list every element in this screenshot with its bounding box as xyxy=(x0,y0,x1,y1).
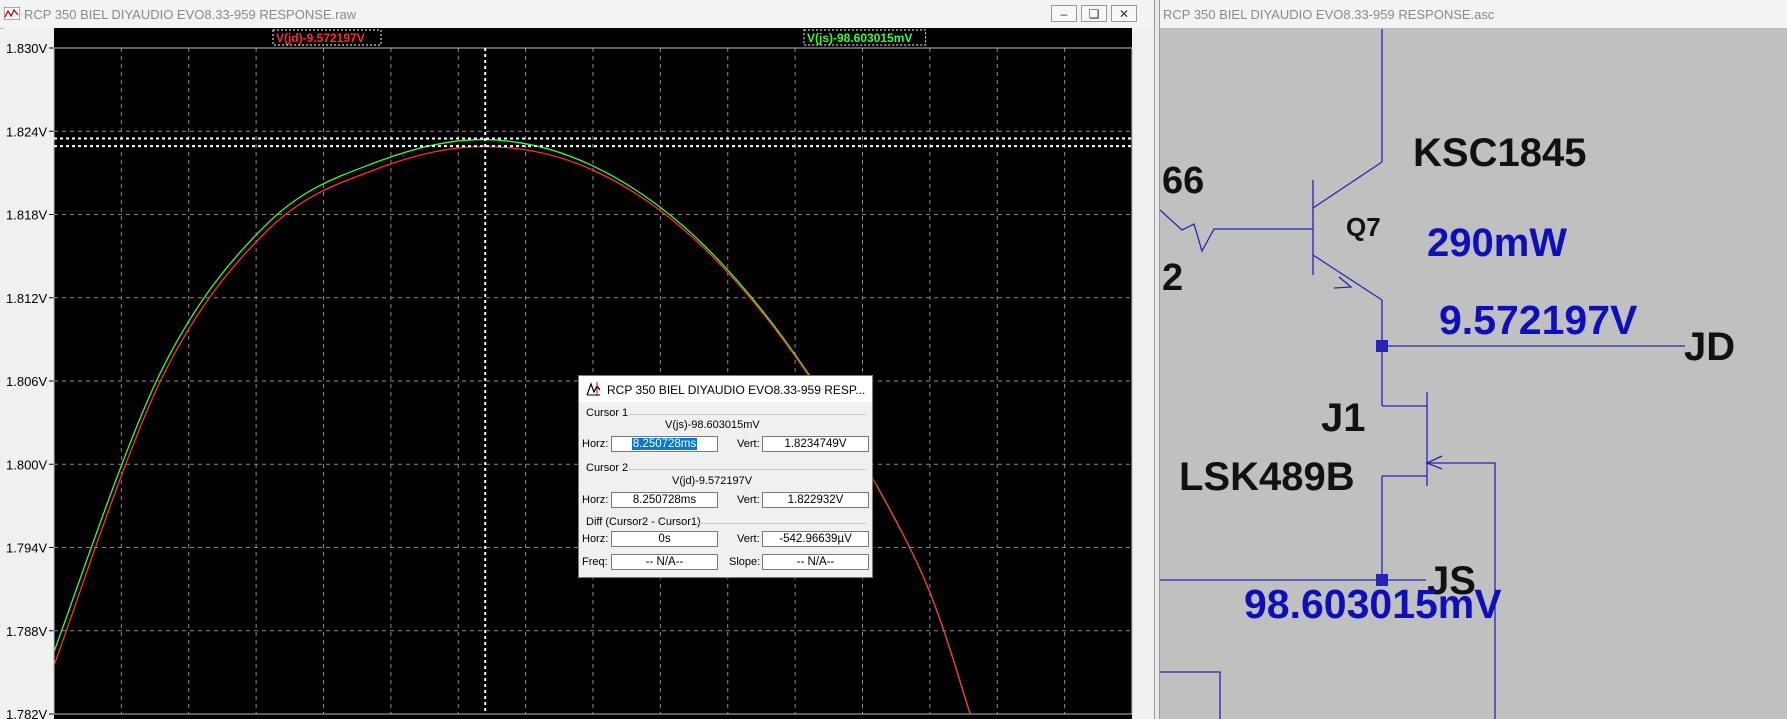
plot-window-title: RCP 350 BIEL DIYAUDIO EVO8.33-959 RESPON… xyxy=(24,7,357,22)
jd-voltage-label: 9.572197V xyxy=(1439,297,1638,343)
schematic-window: 66 2 KSC1845 Q7 290mW 9.572197V JD J1 LS… xyxy=(1160,0,1787,719)
minimize-button[interactable]: – xyxy=(1051,5,1077,22)
diff-group-label: Diff (Cursor2 - Cursor1) xyxy=(586,516,701,528)
minimize-icon: – xyxy=(1060,6,1068,21)
waveform-plot[interactable]: 1.830V 1.824V 1.818V 1.812V 1.806V 1.800V 1.79… xyxy=(4,28,1154,719)
restore-icon: ❏ xyxy=(1088,6,1100,21)
cursor1-trace: V(js)-98.603015mV xyxy=(665,419,760,431)
freq-label: Freq: xyxy=(582,556,608,568)
schematic-title-bar[interactable]: RCP 350 BIEL DIYAUDIO EVO8.33-959 RESPON… xyxy=(1160,0,1787,29)
cursor-dialog-title: RCP 350 BIEL DIYAUDIO EVO8.33-959 RESP..… xyxy=(607,383,866,397)
q7-ref-label[interactable]: Q7 xyxy=(1346,212,1381,242)
trace-label[interactable]: V(jd)-9.572197V xyxy=(276,31,365,45)
jd-net-label[interactable]: JD xyxy=(1684,325,1735,369)
y-tick-label: 1.800V xyxy=(6,457,48,472)
cursor-app-icon xyxy=(586,382,601,396)
cursor-dialog-title-bar[interactable]: RCP 350 BIEL DIYAUDIO EVO8.33-959 RESP..… xyxy=(579,376,886,403)
junction-dot xyxy=(1376,340,1388,352)
cursor1-horz-value: 8.250728ms xyxy=(631,438,698,450)
diff-horz-label: Horz: xyxy=(582,533,609,545)
y-tick-label: 1.782V xyxy=(6,707,48,719)
close-button[interactable]: ✕ xyxy=(1111,5,1137,22)
group-separator xyxy=(629,469,866,470)
cursor1-group-label: Cursor 1 xyxy=(586,407,629,419)
diff-horz-field[interactable]: 0s xyxy=(611,531,718,547)
schematic-canvas[interactable]: 66 2 KSC1845 Q7 290mW 9.572197V JD J1 LS… xyxy=(1160,0,1787,719)
y-tick-label: 1.812V xyxy=(6,291,48,306)
j1-model-label[interactable]: LSK489B xyxy=(1179,455,1355,499)
close-icon: ✕ xyxy=(1118,6,1130,21)
group-separator xyxy=(629,414,866,415)
cursor2-horz-label: Horz: xyxy=(582,494,609,506)
cursor1-horz-field[interactable]: 8.250728ms xyxy=(611,436,718,452)
cursor2-horz-field[interactable]: 8.250728ms xyxy=(611,492,718,508)
slope-field[interactable]: -- N/A-- xyxy=(762,554,869,570)
y-tick-label: 1.806V xyxy=(6,374,48,389)
y-tick-label: 1.830V xyxy=(6,41,48,56)
window-splitter[interactable] xyxy=(1154,0,1160,719)
cursor2-vert-field[interactable]: 1.822932V xyxy=(762,492,869,508)
waveform-viewer-window: RCP 350 BIEL DIYAUDIO EVO8.33-959 RESPON… xyxy=(0,0,1158,719)
restore-button[interactable]: ❏ xyxy=(1081,5,1107,22)
freq-field[interactable]: -- N/A-- xyxy=(611,554,718,570)
schematic-window-title: RCP 350 BIEL DIYAUDIO EVO8.33-959 RESPON… xyxy=(1163,7,1495,22)
plot-right-margin xyxy=(1132,28,1154,719)
part-fragment-top: 66 xyxy=(1162,160,1204,202)
cursor1-vert-label: Vert: xyxy=(737,438,760,450)
cursor2-vert-label: Vert: xyxy=(737,494,760,506)
js-voltage-label: 98.603015mV xyxy=(1244,581,1502,627)
diff-vert-field[interactable]: -542.96639µV xyxy=(762,531,869,547)
dialog-close-button[interactable]: ✕ xyxy=(848,380,886,403)
slope-label: Slope: xyxy=(729,556,761,568)
group-separator xyxy=(697,523,866,524)
j1-ref-label[interactable]: J1 xyxy=(1321,396,1366,440)
q7-power-label: 290mW xyxy=(1427,221,1567,265)
plot-title-bar[interactable]: RCP 350 BIEL DIYAUDIO EVO8.33-959 RESPON… xyxy=(0,0,1158,29)
diff-vert-label: Vert: xyxy=(737,533,760,545)
y-tick-label: 1.818V xyxy=(6,208,48,223)
q7-model-label[interactable]: KSC1845 xyxy=(1413,131,1586,175)
y-tick-label: 1.794V xyxy=(6,541,48,556)
y-tick-label: 1.788V xyxy=(6,624,48,639)
cursor2-trace: V(jd)-9.572197V xyxy=(672,475,753,487)
cursor2-group-label: Cursor 2 xyxy=(586,462,629,474)
cursor1-vert-field[interactable]: 1.8234749V xyxy=(762,436,869,452)
plot-pane[interactable]: 1.830V 1.824V 1.818V 1.812V 1.806V 1.800V 1.79… xyxy=(4,28,1154,719)
y-tick-label: 1.824V xyxy=(6,124,48,139)
trace-label[interactable]: V(js)-98.603015mV xyxy=(807,31,912,45)
close-icon: ✕ xyxy=(876,389,887,403)
cursor1-horz-label: Horz: xyxy=(582,438,609,450)
part-fragment-bottom: 2 xyxy=(1162,257,1183,299)
waveform-app-icon xyxy=(4,7,20,20)
cursor-dialog[interactable]: RCP 350 BIEL DIYAUDIO EVO8.33-959 RESP..… xyxy=(578,375,886,578)
